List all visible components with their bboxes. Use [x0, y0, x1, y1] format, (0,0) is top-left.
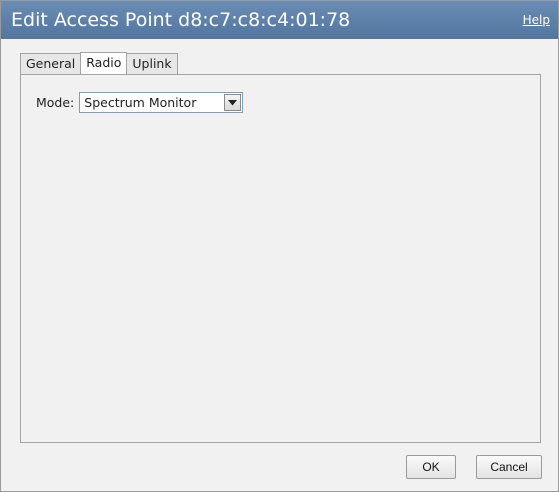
ok-button[interactable]: OK	[406, 455, 456, 479]
cancel-button[interactable]: Cancel	[476, 455, 542, 479]
tab-general[interactable]: General	[20, 53, 82, 74]
mode-select[interactable]: Spectrum Monitor	[79, 91, 244, 113]
edit-access-point-dialog: Edit Access Point d8:c7:c8:c4:01:78 Help…	[0, 0, 559, 492]
mode-row: Mode: Spectrum Monitor	[36, 91, 244, 113]
dialog-title: Edit Access Point d8:c7:c8:c4:01:78	[11, 9, 351, 31]
help-link[interactable]: Help	[523, 12, 550, 28]
dropdown-arrow-icon[interactable]	[224, 93, 242, 111]
title-bar: Edit Access Point d8:c7:c8:c4:01:78 Help	[1, 1, 558, 39]
mode-select-value: Spectrum Monitor	[84, 94, 197, 110]
tab-uplink[interactable]: Uplink	[126, 53, 178, 74]
tab-radio[interactable]: Radio	[80, 52, 128, 74]
tab-bar: General Radio Uplink	[20, 52, 178, 74]
mode-label: Mode:	[36, 94, 75, 110]
radio-tab-panel: Mode: Spectrum Monitor	[20, 74, 541, 443]
